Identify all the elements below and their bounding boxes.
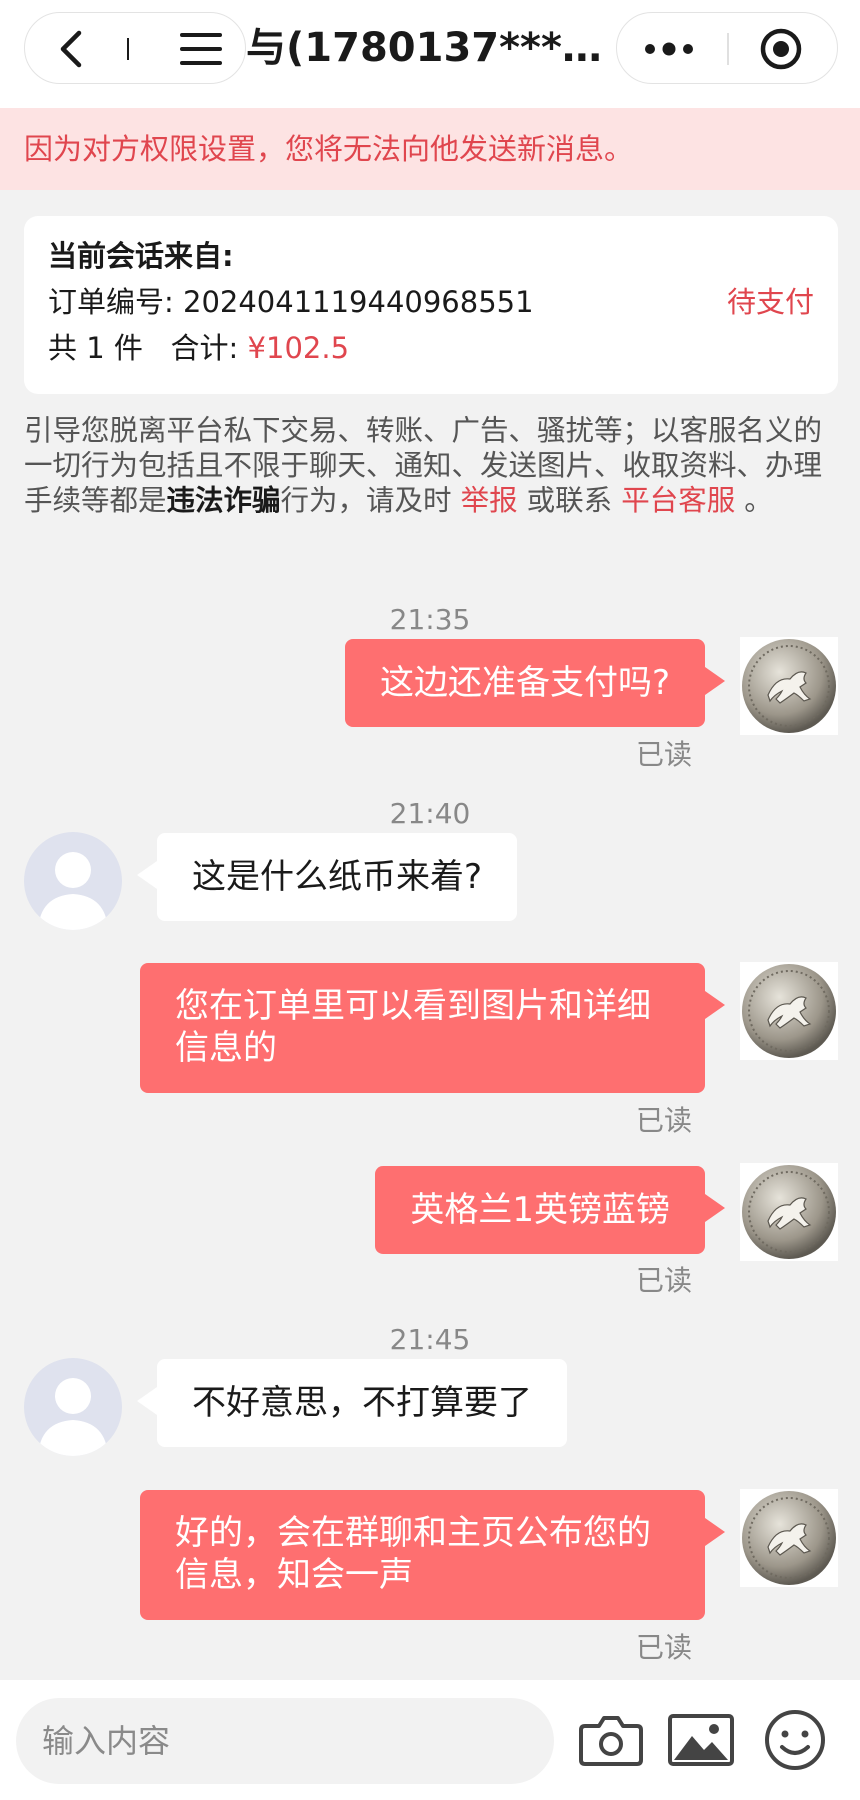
read-status: 已读 (636, 1264, 693, 1297)
message-bubble-outgoing[interactable]: 这边还准备支付吗? (344, 639, 726, 727)
order-card-heading: 当前会话来自: (48, 239, 234, 273)
my-avatar[interactable] (740, 1489, 838, 1587)
top-bar: 与(1780137****… (0, 0, 860, 108)
contact-avatar[interactable] (24, 832, 122, 930)
emoji-button[interactable] (760, 1708, 830, 1772)
message-input[interactable] (16, 1698, 554, 1784)
camera-icon (579, 1716, 643, 1766)
order-number-row: 订单编号: 2024041119440968551 (48, 282, 534, 322)
divider (727, 33, 729, 65)
message-bubble-incoming[interactable]: 不好意思，不打算要了 (137, 1359, 567, 1447)
my-avatar[interactable] (740, 637, 838, 735)
mini-program-capsule (616, 12, 838, 84)
camera-button[interactable] (576, 1708, 646, 1772)
order-card[interactable]: 当前会话来自: 订单编号: 2024041119440968551 待支付 共 … (24, 216, 838, 394)
coin-avatar-icon (742, 1491, 836, 1585)
default-user-avatar-icon (38, 852, 108, 930)
message-bubble-outgoing[interactable]: 英格兰1英镑蓝镑 (375, 1166, 725, 1254)
message-bubble-outgoing[interactable]: 好的，会在群聊和主页公布您的信息，知会一声 (140, 1490, 725, 1620)
warning-text: 。 (735, 484, 773, 517)
message-bubble-incoming[interactable]: 这是什么纸币来着? (136, 833, 518, 921)
total-label: 合计: (170, 331, 239, 365)
order-number: 2024041119440968551 (183, 285, 534, 319)
read-status: 已读 (636, 1104, 693, 1137)
chat-thread[interactable]: 21:35 这边还准备支付吗? 已读 21:40 这是什么纸币来着? 您在订单里… (0, 580, 860, 1680)
contact-avatar[interactable] (24, 1358, 122, 1456)
target-icon (760, 28, 802, 70)
message-text: 好的，会在群聊和主页公布您的信息，知会一声 (175, 1513, 651, 1595)
coin-avatar-icon (742, 964, 836, 1058)
timestamp: 21:35 (389, 603, 471, 636)
default-user-avatar-icon (38, 1378, 108, 1456)
timestamp: 21:45 (389, 1323, 471, 1356)
close-program-button[interactable] (755, 23, 807, 75)
read-status: 已读 (636, 1631, 693, 1664)
message-text: 这是什么纸币来着? (192, 857, 483, 897)
menu-button[interactable] (175, 23, 227, 75)
back-arrow-icon (60, 30, 82, 68)
total-value: ¥102.5 (247, 331, 350, 365)
warning-text: 或联系 (517, 484, 622, 517)
back-button[interactable] (45, 23, 97, 75)
my-avatar[interactable] (740, 962, 838, 1060)
fraud-warning: 引导您脱离平台私下交易、转账、广告、骚扰等；以客服名义的一切行为包括且不限于聊天… (24, 413, 838, 518)
my-avatar[interactable] (740, 1163, 838, 1261)
item-count: 共 1 件 (48, 331, 143, 365)
order-area: 当前会话来自: 订单编号: 2024041119440968551 待支付 共 … (0, 190, 860, 580)
page-title: 与(1780137****… (246, 25, 606, 71)
warning-text: 行为，请及时 (280, 484, 461, 517)
nav-capsule (24, 12, 246, 84)
order-status-badge: 待支付 (726, 285, 814, 319)
permission-notice: 因为对方权限设置，您将无法向他发送新消息。 (0, 108, 860, 190)
coin-avatar-icon (742, 639, 836, 733)
order-total-row: 共 1 件 合计: ¥102.5 (48, 328, 349, 368)
order-number-label: 订单编号: (48, 285, 174, 319)
message-text: 您在订单里可以看到图片和详细信息的 (175, 986, 651, 1068)
more-dots-icon (645, 42, 693, 56)
message-text: 这边还准备支付吗? (379, 663, 670, 703)
divider (127, 38, 129, 60)
more-button[interactable] (637, 23, 701, 75)
report-link[interactable]: 举报 (461, 484, 518, 517)
image-icon (668, 1714, 734, 1766)
message-text: 不好意思，不打算要了 (192, 1383, 532, 1423)
image-button[interactable] (666, 1708, 736, 1772)
menu-icon (180, 33, 222, 65)
coin-avatar-icon (742, 1165, 836, 1259)
customer-service-link[interactable]: 平台客服 (621, 484, 735, 517)
message-text: 英格兰1英镑蓝镑 (410, 1190, 670, 1230)
timestamp: 21:40 (389, 797, 471, 830)
warning-bold-text: 违法诈骗 (166, 484, 281, 517)
emoji-icon (765, 1710, 825, 1770)
read-status: 已读 (636, 738, 693, 771)
message-bubble-outgoing[interactable]: 您在订单里可以看到图片和详细信息的 (140, 963, 725, 1093)
input-bar (0, 1680, 860, 1800)
